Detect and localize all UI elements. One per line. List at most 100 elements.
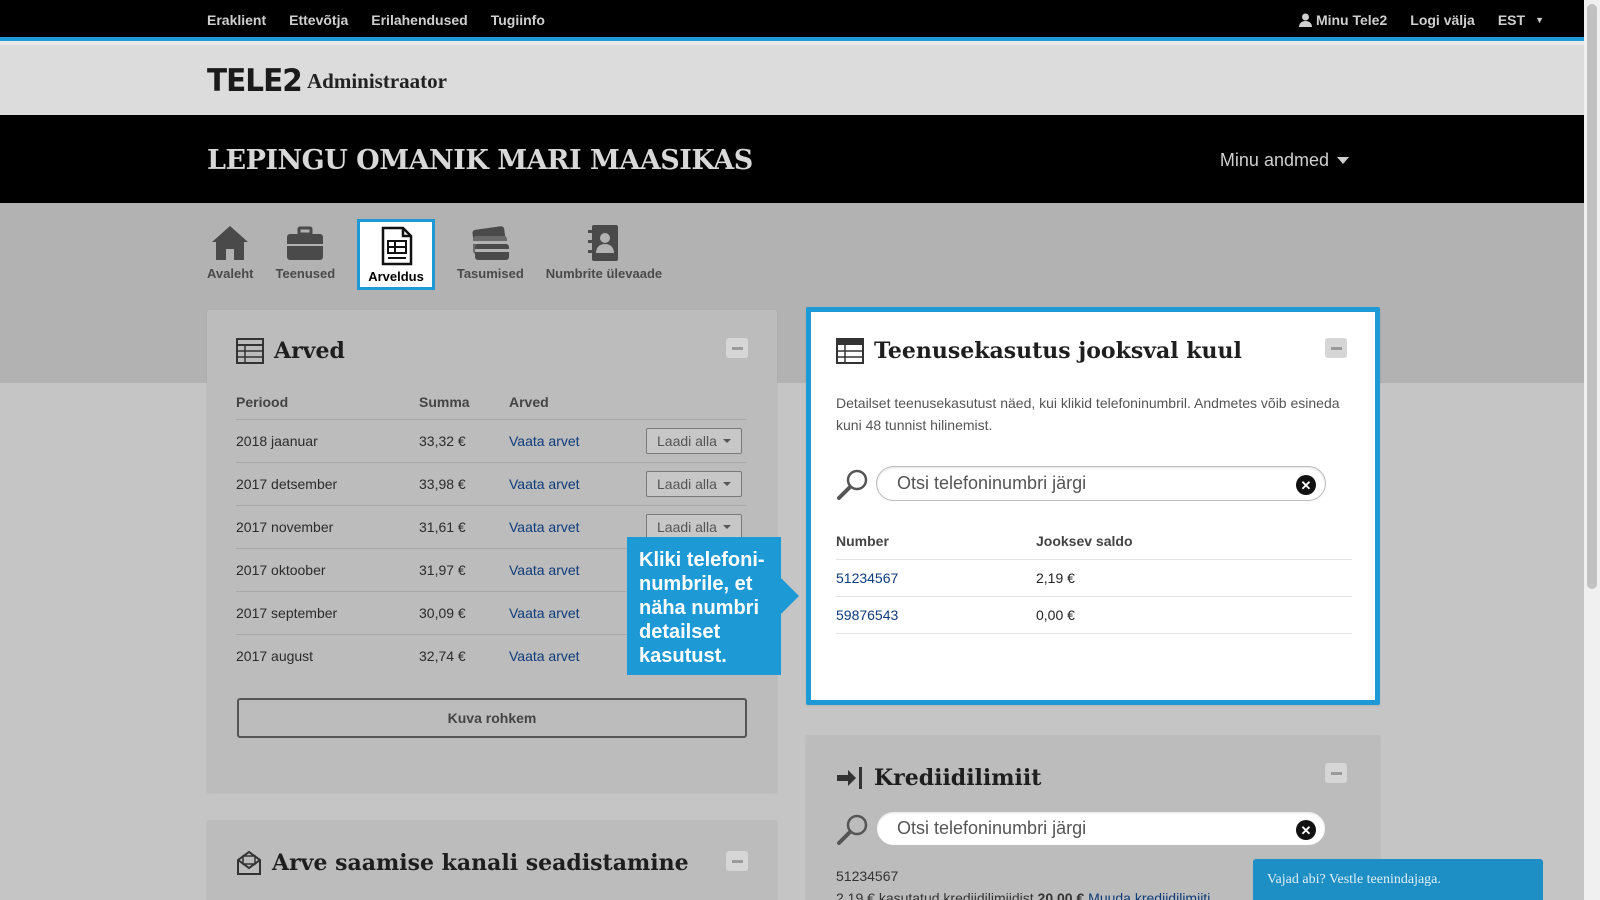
my-tele2-label: Minu Tele2	[1315, 12, 1388, 28]
channel-card-title: Arve saamise kanali seadistamine	[236, 850, 689, 876]
period-cell: 2017 detsember	[236, 461, 419, 505]
credit-limit-value: 20,00 €	[1037, 890, 1085, 900]
download-cell: Laadi alla	[646, 418, 746, 462]
download-button[interactable]: Laadi alla	[646, 513, 742, 540]
table-header-row: Periood Summa Arved	[236, 386, 746, 419]
table-row: 2017 detsember 33,98 € Vaata arvet Laadi…	[236, 461, 746, 505]
view-invoice-link[interactable]: Vaata arvet	[509, 418, 646, 462]
sum-cell: 33,98 €	[419, 461, 509, 505]
column-header: Jooksev saldo	[1036, 532, 1133, 549]
column-header: Number	[836, 532, 889, 549]
nav-link-erilahendused[interactable]: Erilahendused	[371, 12, 467, 28]
view-invoice-link[interactable]: Vaata arvet	[509, 547, 646, 591]
account-links: Minu Tele2 Logi välja EST ▼	[1298, 12, 1544, 28]
nav-tab-teenused[interactable]: Teenused	[275, 222, 335, 290]
table-icon	[836, 338, 864, 364]
view-invoice-link[interactable]: Vaata arvet	[509, 633, 646, 677]
nav-link-eraklient[interactable]: Eraklient	[207, 12, 266, 28]
credit-search: ✕	[836, 811, 1326, 846]
table-row: 2018 jaanuar 33,32 € Vaata arvet Laadi a…	[236, 418, 746, 462]
table-row: 51234567 2,19 €	[836, 558, 1352, 596]
period-cell: 2017 november	[236, 504, 419, 548]
credit-number: 51234567	[836, 868, 899, 884]
clear-icon[interactable]: ✕	[1296, 820, 1316, 840]
download-cell: Laadi alla	[646, 461, 746, 505]
nav-tab-tasumised[interactable]: Tasumised	[457, 222, 524, 290]
scrollbar-thumb[interactable]	[1587, 4, 1597, 589]
credit-search-input[interactable]	[877, 812, 1325, 845]
period-cell: 2017 august	[236, 633, 419, 677]
column-header: Periood	[236, 394, 289, 411]
collapse-button[interactable]	[1325, 763, 1347, 783]
sum-cell: 33,32 €	[419, 418, 509, 462]
table-row: 59876543 0,00 €	[836, 595, 1352, 634]
nav-tab-avaleht[interactable]: Avaleht	[207, 222, 253, 290]
chevron-down-icon: ▼	[1535, 15, 1544, 25]
caret-down-icon	[1337, 157, 1349, 164]
collapse-button[interactable]	[726, 338, 748, 358]
logout-link[interactable]: Logi välja	[1410, 12, 1475, 28]
sum-cell: 31,97 €	[419, 547, 509, 591]
my-data-dropdown[interactable]: Minu andmed	[1220, 150, 1349, 171]
view-invoice-link[interactable]: Vaata arvet	[509, 504, 646, 548]
period-cell: 2017 oktoober	[236, 547, 419, 591]
invoices-card-title: Arved	[236, 338, 345, 364]
tele2-logo[interactable]: TELE2	[207, 63, 303, 99]
usage-search-input[interactable]	[877, 467, 1325, 500]
view-invoice-link[interactable]: Vaata arvet	[509, 590, 646, 634]
column-header: Summa	[419, 394, 470, 411]
usage-card-title: Teenusekasutus jooksval kuul	[836, 338, 1242, 364]
invoice-icon	[381, 226, 413, 266]
download-button[interactable]: Laadi alla	[646, 427, 742, 454]
app-header: TELE2 Administraator	[0, 45, 1584, 115]
credit-card-title: Krediidilimiit	[836, 765, 1041, 791]
my-tele2-link[interactable]: Minu Tele2	[1298, 12, 1388, 28]
show-more-button[interactable]: Kuva rohkem	[237, 698, 747, 738]
table-icon	[236, 338, 264, 364]
download-label: Laadi alla	[657, 475, 717, 492]
top-navigation-bar: Eraklient Ettevõtja Erilahendused Tugiin…	[0, 0, 1584, 41]
clear-icon[interactable]: ✕	[1296, 475, 1316, 495]
search-input-wrapper: ✕	[876, 466, 1326, 501]
phone-number-link[interactable]: 59876543	[836, 595, 1036, 634]
phone-number-link[interactable]: 51234567	[836, 558, 1036, 596]
caret-down-icon	[722, 438, 731, 443]
column-header: Arved	[509, 394, 549, 411]
home-icon	[212, 226, 249, 260]
tooltip-line: Kliki telefoni-	[639, 549, 765, 571]
segment-links: Eraklient Ettevõtja Erilahendused Tugiin…	[207, 12, 545, 28]
nav-label: Avaleht	[207, 266, 254, 281]
nav-link-ettevotja[interactable]: Ettevõtja	[289, 12, 348, 28]
nav-label: Numbrite ülevaade	[545, 266, 663, 281]
language-selector[interactable]: EST ▼	[1498, 12, 1544, 28]
balance-cell: 2,19 €	[1036, 558, 1352, 596]
usage-card	[806, 307, 1380, 705]
nav-label: Tasumised	[456, 266, 524, 281]
page-title: LEPINGU OMANIK MARI MAASIKAS	[207, 145, 753, 176]
app-title: Administraator	[307, 69, 447, 93]
download-button[interactable]: Laadi alla	[646, 470, 742, 497]
chat-widget-button[interactable]: Vajad abi? Vestle teenindajaga.	[1253, 859, 1543, 900]
main-navigation: Avaleht Teenused Arveldus Tasumised Numb…	[207, 219, 684, 290]
scrollbar[interactable]	[1584, 0, 1600, 900]
view-invoice-link[interactable]: Vaata arvet	[509, 461, 646, 505]
collapse-button[interactable]	[1325, 338, 1347, 358]
download-label: Laadi alla	[657, 432, 717, 449]
download-label: Laadi alla	[657, 518, 717, 535]
briefcase-icon	[287, 226, 324, 260]
credit-usage-line: 2,19 € kasutatud krediidilimiidist 20,00…	[836, 890, 1210, 900]
column-header	[646, 386, 746, 419]
nav-tab-arveldus[interactable]: Arveldus	[357, 219, 435, 290]
my-data-label: Minu andmed	[1219, 150, 1329, 170]
change-credit-limit-link[interactable]: Muuda krediidilimiiti	[1088, 890, 1210, 900]
language-label: EST	[1497, 12, 1526, 28]
tooltip-line: kasutust.	[639, 645, 727, 667]
credit-used-text: 2,19 € kasutatud krediidilimiidist	[836, 890, 1034, 900]
owner-banner: LEPINGU OMANIK MARI MAASIKAS Minu andmed	[0, 115, 1584, 203]
nav-link-tugiinfo[interactable]: Tugiinfo	[491, 12, 545, 28]
sum-cell: 30,09 €	[419, 590, 509, 634]
nav-tab-numbrite-ulevaade[interactable]: Numbrite ülevaade	[546, 222, 662, 290]
tooltip-line: numbrile, et	[639, 573, 753, 595]
collapse-button[interactable]	[726, 851, 748, 871]
nav-label: Teenused	[275, 266, 336, 281]
